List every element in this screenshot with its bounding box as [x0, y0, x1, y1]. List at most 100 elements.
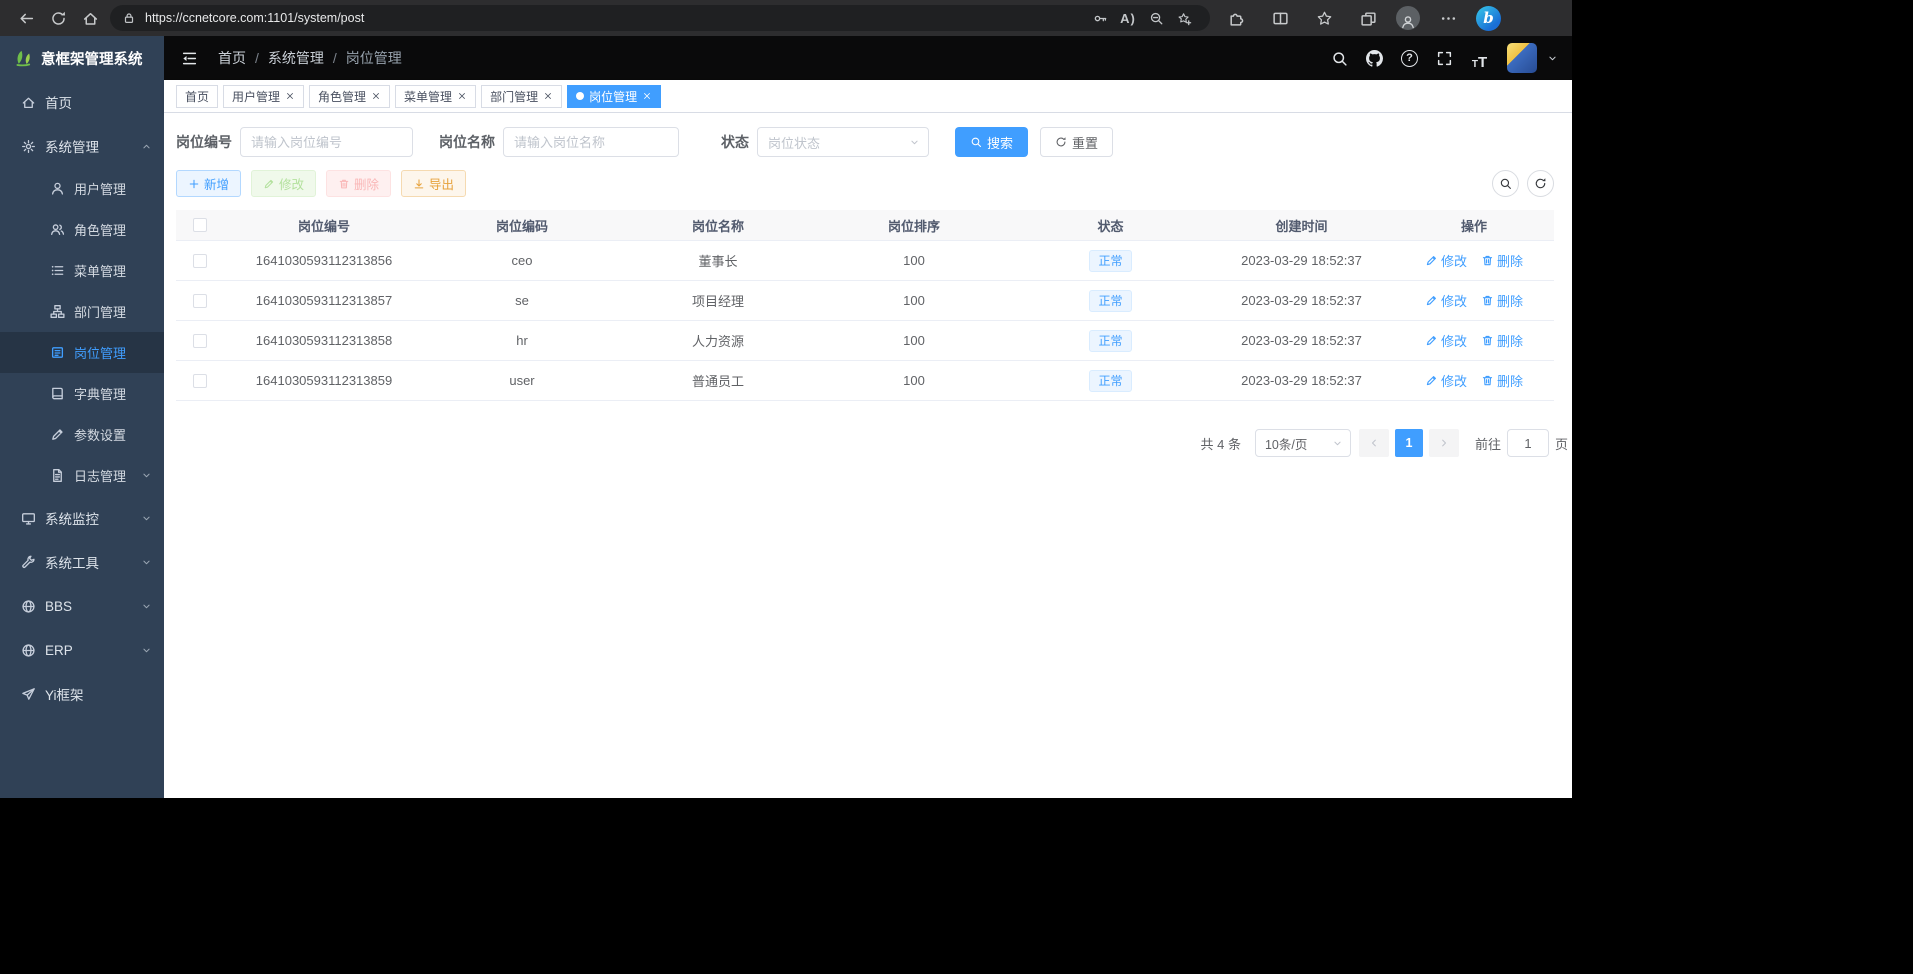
export-button[interactable]: 导出	[401, 170, 466, 197]
tab-menu-management[interactable]: 菜单管理	[395, 85, 476, 108]
close-icon[interactable]	[457, 91, 467, 101]
row-delete-link[interactable]: 删除	[1481, 371, 1523, 390]
row-edit-link[interactable]: 修改	[1425, 251, 1467, 270]
org-tree-icon	[50, 304, 65, 319]
post-sort: 100	[816, 361, 1012, 400]
edit-pencil-icon	[263, 178, 275, 190]
help-icon[interactable]	[1396, 45, 1423, 72]
read-aloud-icon[interactable]	[1114, 6, 1142, 30]
close-icon[interactable]	[543, 91, 553, 101]
status-select[interactable]: 岗位状态	[757, 127, 929, 157]
split-screen-icon[interactable]	[1264, 3, 1296, 33]
breadcrumb-system[interactable]: 系统管理	[268, 48, 324, 68]
password-key-icon[interactable]	[1086, 6, 1114, 30]
sidebar-item-system-management[interactable]: 系统管理	[0, 124, 164, 168]
refresh-icon[interactable]	[42, 3, 74, 33]
close-icon[interactable]	[642, 91, 652, 101]
zoom-out-icon[interactable]	[1142, 6, 1170, 30]
row-delete-link[interactable]: 删除	[1481, 291, 1523, 310]
prev-page-button[interactable]	[1359, 429, 1389, 457]
goto-page-input[interactable]	[1507, 429, 1549, 457]
browser-window: https://ccnetcore.com:1101/system/post 意…	[0, 0, 1572, 798]
refresh-table-button[interactable]	[1527, 170, 1554, 197]
header-actions	[1326, 43, 1558, 73]
row-checkbox[interactable]	[193, 334, 207, 348]
close-icon[interactable]	[371, 91, 381, 101]
tab-post-management[interactable]: 岗位管理	[567, 85, 661, 108]
search-button[interactable]: 搜索	[955, 127, 1028, 157]
row-edit-link[interactable]: 修改	[1425, 291, 1467, 310]
sidebar-item-log-management[interactable]: 日志管理	[0, 455, 164, 496]
sidebar-item-post-management[interactable]: 岗位管理	[0, 332, 164, 373]
url-text[interactable]: https://ccnetcore.com:1101/system/post	[145, 11, 1086, 25]
row-edit-link[interactable]: 修改	[1425, 371, 1467, 390]
select-all-checkbox[interactable]	[193, 218, 207, 232]
page-number-1[interactable]: 1	[1395, 429, 1423, 457]
sidebar-item-menu-management[interactable]: 菜单管理	[0, 250, 164, 291]
bing-icon[interactable]	[1476, 6, 1501, 31]
app-title: 意框架管理系统	[41, 48, 143, 69]
back-icon[interactable]	[10, 3, 42, 33]
row-checkbox[interactable]	[193, 374, 207, 388]
sidebar-item-system-monitor[interactable]: 系统监控	[0, 496, 164, 540]
profile-icon[interactable]	[1396, 6, 1420, 30]
extensions-icon[interactable]	[1220, 3, 1252, 33]
post-sort: 100	[816, 281, 1012, 320]
tab-dept-management[interactable]: 部门管理	[481, 85, 562, 108]
edit-button[interactable]: 修改	[251, 170, 316, 197]
sidebar-item-role-management[interactable]: 角色管理	[0, 209, 164, 250]
font-size-icon[interactable]	[1466, 45, 1493, 72]
collections-icon[interactable]	[1352, 3, 1384, 33]
more-icon[interactable]	[1432, 3, 1464, 33]
row-checkbox[interactable]	[193, 294, 207, 308]
created-time: 2023-03-29 18:52:37	[1209, 361, 1394, 400]
chevron-left-icon	[1368, 437, 1380, 449]
post-name-input[interactable]	[503, 127, 679, 157]
add-button[interactable]: 新增	[176, 170, 241, 197]
tab-home[interactable]: 首页	[176, 85, 218, 108]
sidebar-item-system-tools[interactable]: 系统工具	[0, 540, 164, 584]
sidebar-item-user-management[interactable]: 用户管理	[0, 168, 164, 209]
chevron-down-icon[interactable]	[1547, 53, 1558, 64]
edit-pencil-icon	[1425, 294, 1438, 307]
favorite-add-icon[interactable]	[1170, 6, 1198, 30]
sidebar-item-erp[interactable]: ERP	[0, 628, 164, 672]
fullscreen-icon[interactable]	[1431, 45, 1458, 72]
sidebar-item-param-settings[interactable]: 参数设置	[0, 414, 164, 455]
favorites-icon[interactable]	[1308, 3, 1340, 33]
next-page-button[interactable]	[1429, 429, 1459, 457]
tab-user-management[interactable]: 用户管理	[223, 85, 304, 108]
tab-role-management[interactable]: 角色管理	[309, 85, 390, 108]
sidebar-item-bbs[interactable]: BBS	[0, 584, 164, 628]
home-icon[interactable]	[74, 3, 106, 33]
column-header: 岗位编码	[424, 210, 620, 240]
reset-button[interactable]: 重置	[1040, 127, 1113, 157]
address-bar[interactable]: https://ccnetcore.com:1101/system/post	[110, 5, 1210, 31]
github-icon[interactable]	[1361, 45, 1388, 72]
page-size-select[interactable]: 10条/页	[1255, 429, 1351, 457]
delete-button[interactable]: 删除	[326, 170, 391, 197]
chevron-down-icon	[141, 645, 152, 656]
row-edit-link[interactable]: 修改	[1425, 331, 1467, 350]
row-delete-link[interactable]: 删除	[1481, 331, 1523, 350]
search-icon[interactable]	[1326, 45, 1353, 72]
sidebar-item-yi-framework[interactable]: Yi框架	[0, 672, 164, 716]
sidebar-item-home[interactable]: 首页	[0, 80, 164, 124]
breadcrumb-home[interactable]: 首页	[218, 48, 246, 68]
sidebar-item-dept-management[interactable]: 部门管理	[0, 291, 164, 332]
trash-icon	[338, 178, 350, 190]
fold-sidebar-icon[interactable]	[176, 45, 202, 71]
row-delete-link[interactable]: 删除	[1481, 251, 1523, 270]
chevron-right-icon	[1438, 437, 1450, 449]
sidebar-item-dict-management[interactable]: 字典管理	[0, 373, 164, 414]
row-checkbox[interactable]	[193, 254, 207, 268]
close-icon[interactable]	[285, 91, 295, 101]
status-badge: 正常	[1089, 250, 1131, 272]
app-logo[interactable]: 意框架管理系统	[0, 36, 164, 80]
trash-icon	[1481, 374, 1494, 387]
user-avatar[interactable]	[1507, 43, 1537, 73]
post-code-input[interactable]	[240, 127, 413, 157]
toggle-search-button[interactable]	[1492, 170, 1519, 197]
table-header-row: 岗位编号 岗位编码 岗位名称 岗位排序 状态 创建时间 操作	[176, 210, 1554, 241]
post-id: 1641030593112313857	[224, 281, 424, 320]
